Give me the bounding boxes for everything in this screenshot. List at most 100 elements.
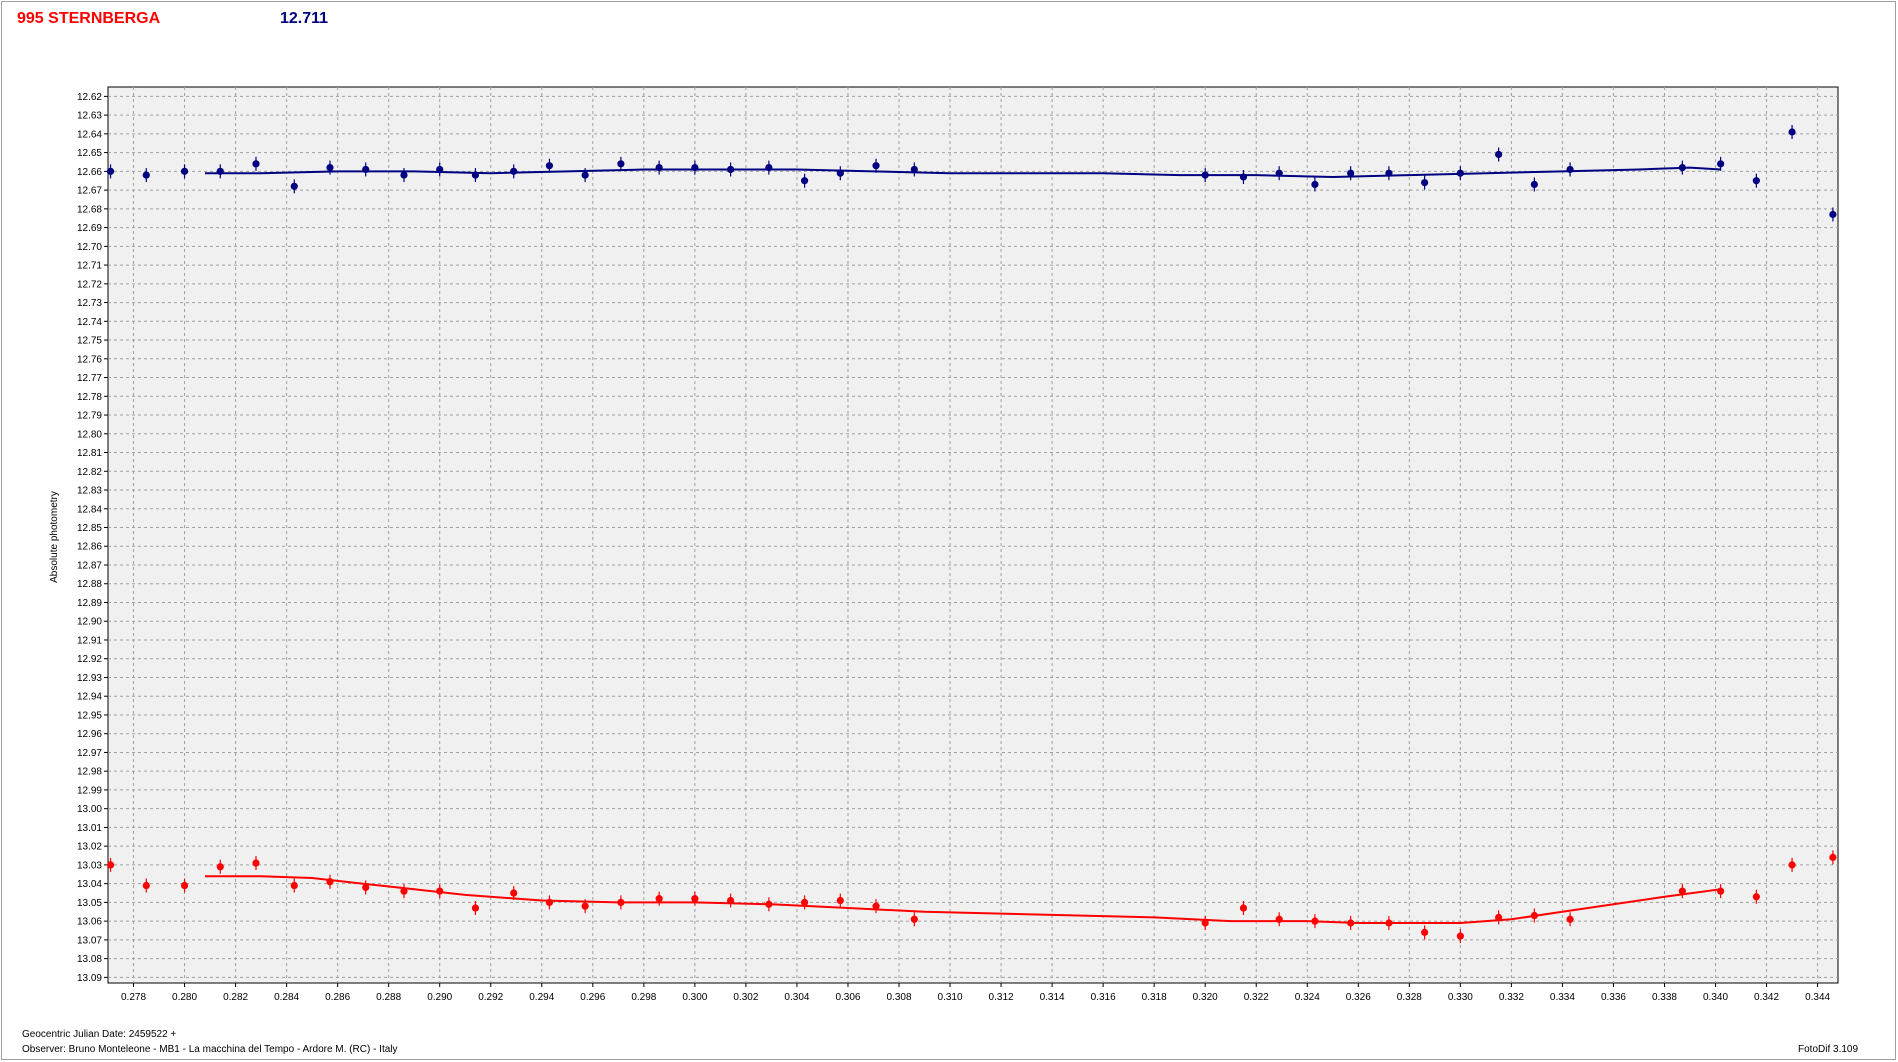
x-tick-label: 0.336 — [1601, 992, 1626, 1003]
plot-area — [107, 86, 1839, 984]
y-tick-label: 13.01 — [77, 823, 102, 834]
data-point — [142, 171, 150, 179]
light-curve-chart: 12.62 12.63 12.64 12.65 12.66 12.67 12.68 12.69… — [49, 86, 1839, 1003]
x-tick-label: 0.344 — [1805, 992, 1830, 1003]
data-point — [326, 164, 334, 172]
data-point — [1456, 169, 1464, 177]
data-point — [691, 895, 699, 903]
y-tick-label: 12.74 — [77, 317, 102, 328]
data-point — [106, 167, 115, 175]
y-tick-label: 12.78 — [77, 392, 102, 403]
y-tick-label: 13.05 — [77, 898, 102, 909]
data-point — [252, 160, 260, 168]
y-tick-label: 13.07 — [77, 935, 102, 946]
y-tick-label: 12.92 — [77, 654, 102, 665]
y-tick-label: 12.73 — [77, 298, 102, 309]
data-point — [726, 896, 735, 905]
data-point — [726, 165, 735, 174]
data-point — [1275, 169, 1283, 177]
y-tick-label: 12.66 — [77, 167, 102, 178]
observer-label: Observer: Bruno Monteleone - MB1 - La ma… — [22, 1044, 398, 1055]
data-point — [581, 902, 589, 910]
x-tick-label: 0.324 — [1295, 992, 1320, 1003]
x-tick-label: 0.286 — [325, 992, 350, 1003]
data-point — [1456, 932, 1464, 940]
data-point — [1239, 904, 1248, 912]
y-tick-label: 12.77 — [77, 373, 102, 384]
y-tick-label: 12.69 — [77, 223, 102, 234]
y-tick-label: 12.72 — [77, 279, 102, 290]
data-point — [471, 171, 480, 179]
x-tick-label: 0.314 — [1040, 992, 1065, 1003]
data-point — [252, 859, 260, 867]
data-point — [1421, 928, 1429, 936]
y-tick-label: 12.71 — [77, 261, 102, 272]
y-tick-label: 12.99 — [77, 785, 102, 796]
data-point — [1530, 180, 1538, 189]
data-point — [1347, 169, 1355, 177]
y-tick-label: 12.81 — [77, 448, 102, 459]
software-version: FotoDif 3.109 — [1798, 1044, 1859, 1055]
x-tick-label: 0.294 — [529, 992, 554, 1003]
data-point — [1385, 169, 1393, 177]
data-point — [216, 167, 224, 175]
y-tick-label: 12.94 — [77, 692, 102, 703]
y-tick-label: 12.85 — [77, 523, 102, 534]
data-point — [617, 160, 625, 168]
y-tick-label: 13.00 — [77, 804, 102, 815]
y-tick-label: 13.03 — [77, 860, 102, 871]
data-point — [1717, 160, 1725, 168]
data-point — [691, 164, 699, 172]
data-point — [290, 881, 298, 890]
data-point — [545, 898, 554, 906]
x-tick-label: 0.298 — [631, 992, 656, 1003]
y-tick-label: 12.96 — [77, 729, 102, 740]
data-point — [836, 169, 844, 177]
x-tick-label: 0.322 — [1244, 992, 1269, 1003]
data-point — [180, 881, 189, 890]
y-tick-label: 12.75 — [77, 336, 102, 347]
data-point — [655, 164, 663, 172]
x-tick-label: 0.290 — [427, 992, 452, 1003]
data-point — [1495, 913, 1503, 921]
data-point — [400, 171, 408, 179]
julian-date-label: Geocentric Julian Date: 2459522 + — [22, 1029, 177, 1040]
y-tick-label: 12.87 — [77, 560, 102, 571]
x-tick-label: 0.320 — [1193, 992, 1218, 1003]
data-point — [1201, 171, 1209, 179]
data-point — [545, 162, 554, 170]
x-tick-label: 0.300 — [682, 992, 707, 1003]
x-tick-label: 0.296 — [580, 992, 605, 1003]
data-point — [362, 883, 370, 892]
y-tick-label: 12.97 — [77, 748, 102, 759]
y-tick-label: 13.04 — [77, 879, 102, 890]
data-point — [872, 162, 880, 170]
y-tick-label: 12.84 — [77, 504, 102, 515]
x-tick-label: 0.312 — [989, 992, 1014, 1003]
y-tick-label: 13.02 — [77, 842, 102, 853]
data-point — [1788, 128, 1796, 136]
data-point — [1566, 165, 1574, 174]
data-point — [1829, 210, 1837, 219]
x-tick-label: 0.304 — [784, 992, 809, 1003]
data-point — [436, 887, 444, 895]
data-point — [1717, 887, 1725, 895]
x-tick-label: 0.326 — [1346, 992, 1371, 1003]
data-point — [1495, 150, 1503, 159]
y-tick-label: 13.09 — [77, 973, 102, 984]
y-tick-label: 13.06 — [77, 917, 102, 928]
data-point — [1275, 915, 1283, 923]
y-tick-label: 12.82 — [77, 467, 102, 478]
data-point — [1385, 919, 1393, 927]
data-point — [1530, 911, 1538, 920]
x-tick-label: 0.288 — [376, 992, 401, 1003]
y-tick-label: 12.64 — [77, 129, 102, 140]
data-point — [617, 898, 625, 906]
y-tick-label: 12.70 — [77, 242, 102, 253]
data-point — [910, 165, 918, 174]
data-point — [400, 887, 408, 895]
y-tick-label: 12.90 — [77, 617, 102, 628]
y-tick-label: 12.67 — [77, 186, 102, 197]
y-tick-label: 12.83 — [77, 486, 102, 497]
data-point — [1566, 915, 1574, 923]
